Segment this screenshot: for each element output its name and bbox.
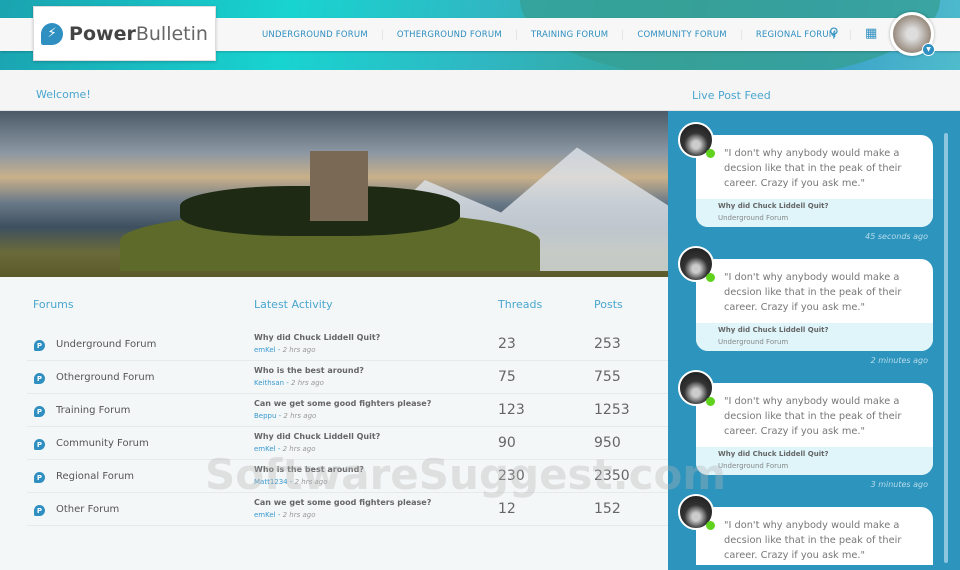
- latest-user[interactable]: emKel: [254, 445, 276, 453]
- thread-count: 75: [498, 369, 516, 385]
- post-forum[interactable]: Underground Forum: [718, 462, 788, 470]
- latest-time: 2 hrs ago: [282, 445, 316, 453]
- post-quote: "I don't why anybody would make a decsio…: [724, 520, 902, 561]
- post-card[interactable]: "I don't why anybody would make a decsio…: [696, 259, 933, 351]
- latest-thread-title[interactable]: Can we get some good fighters please?: [254, 498, 431, 507]
- table-row[interactable]: P Underground Forum Why did Chuck Liddel…: [27, 328, 668, 361]
- post-count: 755: [594, 369, 621, 385]
- col-forums: Forums: [33, 298, 74, 311]
- feed-post[interactable]: "I don't why anybody would make a decsio…: [668, 235, 948, 365]
- nav-training-forum[interactable]: TRAINING FORUM: [517, 29, 624, 40]
- feed-post[interactable]: "I don't why anybody would make a decsio…: [668, 359, 948, 489]
- post-count: 2350: [594, 468, 630, 484]
- feed-post[interactable]: "I don't why anybody would make a decsio…: [668, 111, 948, 241]
- latest-user[interactable]: Beppu: [254, 412, 276, 420]
- latest-thread-title[interactable]: Who is the best around?: [254, 366, 364, 375]
- chevron-down-icon[interactable]: ▼: [922, 43, 935, 56]
- online-indicator: [706, 149, 715, 158]
- welcome-heading: Welcome!: [36, 88, 91, 101]
- post-thread[interactable]: Why did Chuck Liddell Quit?: [718, 326, 829, 334]
- forum-icon: P: [34, 439, 45, 450]
- latest-time: 2 hrs ago: [294, 478, 328, 486]
- thread-count: 90: [498, 435, 516, 451]
- forum-name[interactable]: Training Forum: [56, 405, 130, 416]
- live-post-feed: "I don't why anybody would make a decsio…: [668, 111, 960, 570]
- latest-thread-title[interactable]: Why did Chuck Liddell Quit?: [254, 432, 380, 441]
- latest-time: 2 hrs ago: [291, 379, 324, 387]
- latest-thread-title[interactable]: Can we get some good fighters please?: [254, 399, 431, 408]
- latest-user[interactable]: emKel: [254, 511, 276, 519]
- online-indicator: [706, 397, 715, 406]
- calendar-icon[interactable]: ▦: [865, 26, 877, 41]
- post-count: 1253: [594, 402, 630, 418]
- forum-name[interactable]: Community Forum: [56, 438, 149, 449]
- forum-icon: P: [34, 505, 45, 516]
- search-icon[interactable]: ⚲: [829, 26, 839, 41]
- logo-text-light: Bulletin: [135, 22, 208, 45]
- post-card[interactable]: "I don't why anybody would make a decsio…: [696, 383, 933, 475]
- forum-name[interactable]: Underground Forum: [56, 339, 156, 350]
- latest-user[interactable]: emKel: [254, 346, 276, 354]
- latest-user[interactable]: Keithsan: [254, 379, 284, 387]
- user-avatar[interactable]: ▼: [890, 12, 935, 56]
- thread-count: 23: [498, 336, 516, 352]
- post-card[interactable]: "I don't why anybody would make a decsio…: [696, 507, 933, 565]
- feed-post[interactable]: "I don't why anybody would make a decsio…: [668, 483, 948, 567]
- latest-thread-title[interactable]: Who is the best around?: [254, 465, 364, 474]
- latest-time: 2 hrs ago: [282, 346, 316, 354]
- forum-icon: P: [34, 406, 45, 417]
- latest-thread-title[interactable]: Why did Chuck Liddell Quit?: [254, 333, 380, 342]
- latest-time: 2 hrs ago: [282, 511, 316, 519]
- table-row[interactable]: P Community Forum Why did Chuck Liddell …: [27, 427, 668, 460]
- table-row[interactable]: P Otherground Forum Who is the best arou…: [27, 361, 668, 394]
- nav-community-forum[interactable]: COMMUNITY FORUM: [623, 29, 742, 40]
- logo[interactable]: ⚡ PowerBulletin: [33, 6, 216, 61]
- forum-name[interactable]: Regional Forum: [56, 471, 134, 482]
- post-forum[interactable]: Underground Forum: [718, 214, 788, 222]
- post-quote: "I don't why anybody would make a decsio…: [724, 148, 902, 189]
- post-card[interactable]: "I don't why anybody would make a decsio…: [696, 135, 933, 227]
- thread-count: 230: [498, 468, 525, 484]
- online-indicator: [706, 273, 715, 282]
- online-indicator: [706, 521, 715, 530]
- forum-icon: P: [34, 472, 45, 483]
- forum-table: Forums Latest Activity Threads Posts P U…: [0, 277, 668, 570]
- col-threads: Threads: [498, 298, 543, 311]
- post-thread[interactable]: Why did Chuck Liddell Quit?: [718, 202, 829, 210]
- nav-underground-forum[interactable]: UNDERGROUND FORUM: [248, 29, 383, 40]
- latest-time: 2 hrs ago: [283, 412, 317, 420]
- feed-scrollbar[interactable]: [944, 133, 948, 563]
- post-quote: "I don't why anybody would make a decsio…: [724, 396, 902, 437]
- forum-icon: P: [34, 340, 45, 351]
- forum-name[interactable]: Other Forum: [56, 504, 119, 515]
- post-count: 152: [594, 501, 621, 517]
- main-nav: UNDERGROUND FORUM OTHERGROUND FORUM TRAI…: [248, 18, 852, 51]
- hero-image: [0, 111, 668, 277]
- table-row[interactable]: P Regional Forum Who is the best around?…: [27, 460, 668, 493]
- post-forum[interactable]: Underground Forum: [718, 338, 788, 346]
- post-thread[interactable]: Why did Chuck Liddell Quit?: [718, 450, 829, 458]
- post-quote: "I don't why anybody would make a decsio…: [724, 272, 902, 313]
- thread-count: 123: [498, 402, 525, 418]
- table-row[interactable]: P Training Forum Can we get some good fi…: [27, 394, 668, 427]
- logo-text-bold: Power: [69, 22, 136, 45]
- post-count: 950: [594, 435, 621, 451]
- nav-otherground-forum[interactable]: OTHERGROUND FORUM: [383, 29, 517, 40]
- col-latest-activity: Latest Activity: [254, 298, 333, 311]
- live-feed-heading: Live Post Feed: [692, 89, 771, 102]
- thread-count: 12: [498, 501, 516, 517]
- forum-name[interactable]: Otherground Forum: [56, 372, 154, 383]
- latest-user[interactable]: Matt1234: [254, 478, 288, 486]
- col-posts: Posts: [594, 298, 623, 311]
- table-row[interactable]: P Other Forum Can we get some good fight…: [27, 493, 668, 526]
- forum-icon: P: [34, 373, 45, 384]
- post-count: 253: [594, 336, 621, 352]
- lightning-icon: ⚡: [41, 22, 64, 45]
- welcome-bar: Welcome! Live Post Feed: [0, 70, 960, 111]
